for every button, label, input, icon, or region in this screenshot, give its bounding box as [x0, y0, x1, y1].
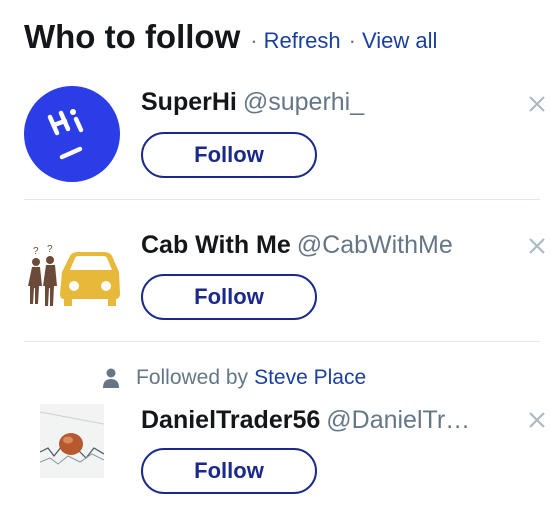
divider — [24, 341, 540, 342]
daniel-trader-avatar[interactable] — [40, 404, 104, 478]
svg-text:?: ? — [33, 246, 39, 257]
social-context: Followed by Steve Place — [102, 366, 366, 390]
close-icon[interactable] — [526, 235, 548, 257]
account-handle: @DanielTr… — [326, 406, 471, 434]
account-name[interactable]: Cab With Me — [141, 231, 291, 259]
account-name-line: SuperHi @superhi_ — [141, 88, 364, 117]
person-icon — [103, 368, 119, 388]
cab-with-me-avatar[interactable]: ? ? — [24, 224, 120, 320]
svg-text:?: ? — [47, 244, 53, 255]
account-name[interactable]: DanielTrader56 — [141, 406, 320, 434]
account-handle: @CabWithMe — [296, 231, 453, 259]
superhi-avatar[interactable] — [24, 86, 120, 182]
follow-button[interactable]: Follow — [141, 132, 317, 178]
close-icon[interactable] — [526, 93, 548, 115]
close-icon[interactable] — [526, 409, 548, 431]
divider — [24, 199, 540, 200]
module-title: Who to follow — [24, 18, 241, 55]
follow-button[interactable]: Follow — [141, 448, 317, 494]
who-to-follow-module: Who to follow · Refresh · View all Super… — [0, 0, 560, 516]
account-handle: @superhi_ — [242, 88, 365, 116]
account-name-line: DanielTrader56 @DanielTr… — [141, 406, 470, 435]
module-header: Who to follow · Refresh · View all — [24, 18, 437, 62]
social-context-label: Followed by — [136, 366, 249, 389]
refresh-link[interactable]: Refresh — [264, 28, 341, 54]
social-context-user-link[interactable]: Steve Place — [254, 366, 366, 390]
follow-button[interactable]: Follow — [141, 274, 317, 320]
account-name[interactable]: SuperHi — [141, 88, 237, 116]
separator: · — [250, 28, 258, 53]
view-all-link[interactable]: View all — [362, 28, 437, 54]
separator: · — [348, 28, 356, 53]
account-name-line: Cab With Me @CabWithMe — [141, 231, 453, 260]
